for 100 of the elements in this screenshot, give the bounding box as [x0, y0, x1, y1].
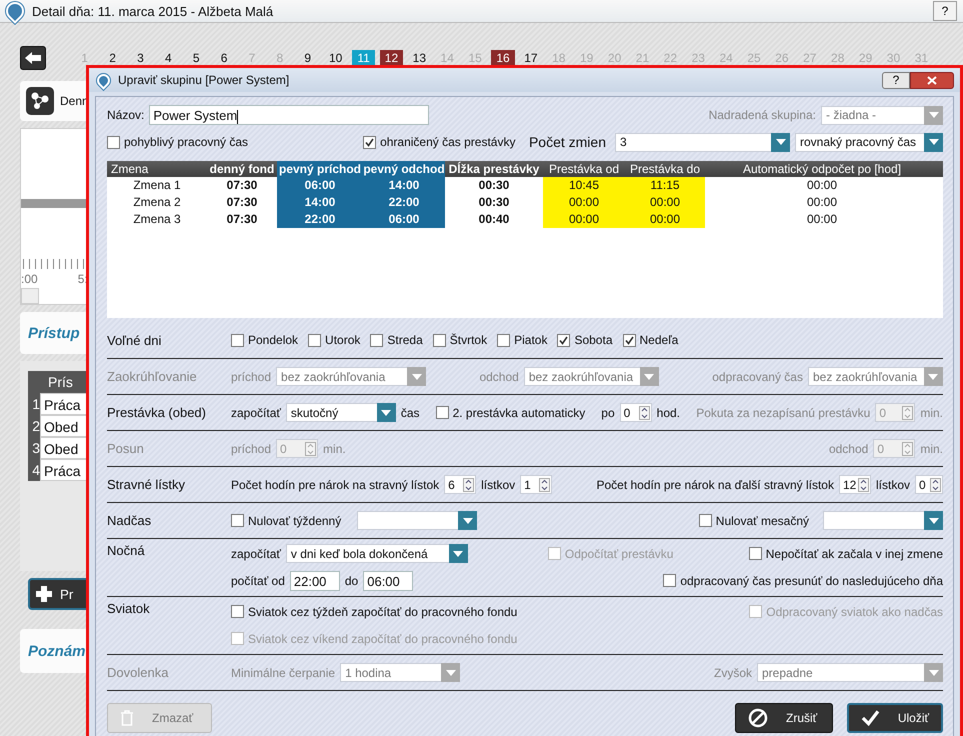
- back-arrow-icon: [24, 51, 42, 65]
- dropdown[interactable]: rovnaký pracovný čas: [795, 132, 943, 152]
- caret-icon: [412, 374, 422, 380]
- day-tab[interactable]: 6: [212, 50, 236, 66]
- table-cell: 00:00: [625, 194, 705, 211]
- row-number: 3: [28, 437, 40, 459]
- field-label: Počet hodín pre nárok na stravný lístok: [231, 478, 440, 492]
- checkbox[interactable]: Sviatok cez týždeň započítať do pracovného fondu: [231, 604, 518, 618]
- spin-arrows-icon: [638, 406, 650, 420]
- day-tab[interactable]: 5: [184, 50, 208, 66]
- back-button[interactable]: [20, 46, 46, 70]
- checkbox[interactable]: Utorok: [308, 333, 360, 347]
- table-cell: 11:15: [625, 177, 705, 194]
- panel-title: Poznám: [28, 642, 86, 660]
- checkbox[interactable]: Pondelok: [231, 333, 298, 347]
- checkmark-icon: [559, 336, 568, 344]
- help-button[interactable]: ?: [882, 72, 910, 88]
- cancel-button[interactable]: Zrušiť: [735, 703, 833, 733]
- table-cell: 00:00: [625, 211, 705, 228]
- checkbox[interactable]: odpracovaný čas presunúť do nasledujúceho dňa: [663, 574, 943, 588]
- checkbox[interactable]: 2. prestávka automaticky: [436, 406, 586, 420]
- field-label: započítať: [231, 406, 281, 420]
- time-field[interactable]: 06:00: [363, 570, 414, 590]
- close-button[interactable]: [910, 72, 954, 88]
- table-cell-text: 00:30: [478, 194, 510, 211]
- field-label: Pokuta za nezapísanú prestávku: [696, 406, 870, 420]
- table-cell: 06:00: [363, 211, 445, 228]
- spin-field[interactable]: 6: [444, 475, 476, 494]
- table-cell-text: 00:00: [806, 177, 838, 194]
- time-field[interactable]: 22:00: [290, 570, 340, 590]
- table-cell-text: 07:30: [226, 211, 258, 228]
- checkbox[interactable]: Sobota: [557, 333, 612, 347]
- field-label: príchod: [231, 370, 272, 384]
- section-label: Posun: [107, 441, 145, 456]
- checkbox[interactable]: Streda: [370, 333, 423, 347]
- dropdown[interactable]: skutočný: [286, 403, 396, 422]
- field-label: min.: [323, 442, 346, 456]
- day-tab[interactable]: 10: [324, 50, 348, 66]
- caret-icon: [462, 518, 473, 524]
- tick-label: :00: [21, 272, 38, 286]
- column-header: pevný odchod: [363, 161, 445, 177]
- spin-field[interactable]: 0: [915, 475, 943, 494]
- field-label: čas: [400, 406, 420, 420]
- checkbox[interactable]: Piatok: [497, 333, 548, 347]
- field-label: príchod: [231, 442, 272, 456]
- caret-icon: [453, 550, 464, 556]
- name-field[interactable]: Power System: [149, 105, 430, 125]
- checkbox[interactable]: Nulovať týždenný: [231, 514, 342, 528]
- row-number: 2: [28, 415, 40, 437]
- checkbox[interactable]: pohyblivý pracovný čas: [107, 135, 248, 149]
- field-label: započítať: [231, 546, 281, 560]
- field-label: hod.: [656, 406, 680, 420]
- day-tab[interactable]: 9: [296, 50, 320, 66]
- network-icon: [26, 87, 54, 115]
- spin-arrows-icon: [305, 442, 316, 456]
- dropdown[interactable]: [357, 511, 478, 530]
- spin-arrows-icon: [463, 478, 474, 492]
- day-tab[interactable]: 13: [408, 50, 431, 66]
- dropdown[interactable]: [823, 511, 943, 530]
- help-button[interactable]: ?: [933, 1, 957, 21]
- day-tab[interactable]: 17: [519, 50, 543, 66]
- day-tab[interactable]: 12: [380, 50, 404, 66]
- checkbox[interactable]: Nedeľa: [622, 333, 678, 347]
- save-button[interactable]: Uložiť: [847, 703, 943, 733]
- scrollbar[interactable]: [21, 288, 39, 304]
- table-cell-text: Zmena 2: [132, 194, 182, 211]
- caret-icon: [644, 374, 654, 380]
- table-cell: 00:00: [543, 194, 625, 211]
- dropdown[interactable]: v dni keď bola dokončená: [286, 544, 468, 563]
- table-cell: 06:00: [277, 177, 363, 194]
- field-label: počítať od: [231, 574, 285, 588]
- caret-icon: [446, 670, 456, 676]
- spin-field[interactable]: 12: [838, 475, 871, 494]
- checkbox[interactable]: Nulovať mesačný: [698, 514, 809, 528]
- field-label: min.: [920, 442, 943, 456]
- caret-icon: [928, 112, 938, 118]
- column-header: Dĺžka prestávky: [448, 161, 540, 177]
- table-cell: 22:00: [277, 211, 363, 228]
- checkbox[interactable]: Nepočítať ak začala v inej zmene: [748, 546, 943, 560]
- spin-arrows-icon: [902, 406, 914, 420]
- checkbox[interactable]: Štvrtok: [432, 333, 488, 347]
- dropdown[interactable]: 3: [615, 132, 790, 152]
- field-label: Počet hodín pre nárok na ďalší stravný lístok: [596, 478, 834, 492]
- section-label: Zaokrúhľovanie: [107, 369, 198, 384]
- day-tab[interactable]: 3: [128, 50, 152, 66]
- checkbox[interactable]: ohraničený čas prestávky: [363, 135, 516, 149]
- dropdown[interactable]: - žiadna -: [821, 106, 943, 124]
- cancel-icon: [748, 708, 768, 728]
- day-tab[interactable]: 4: [156, 50, 180, 66]
- column-header: Prestávka do: [628, 161, 702, 177]
- spin-field[interactable]: 1: [520, 475, 552, 494]
- table-cell-text: 07:30: [226, 177, 258, 194]
- section-label: Nadčas: [107, 513, 152, 528]
- day-tab[interactable]: 2: [100, 50, 124, 66]
- column-header: denný fond: [208, 161, 276, 177]
- field-label: odchod: [479, 370, 519, 384]
- day-tab[interactable]: 16: [491, 50, 515, 66]
- field-label: odchod: [828, 442, 868, 456]
- checkmark-icon: [861, 709, 880, 727]
- spin-field[interactable]: 0: [620, 403, 652, 422]
